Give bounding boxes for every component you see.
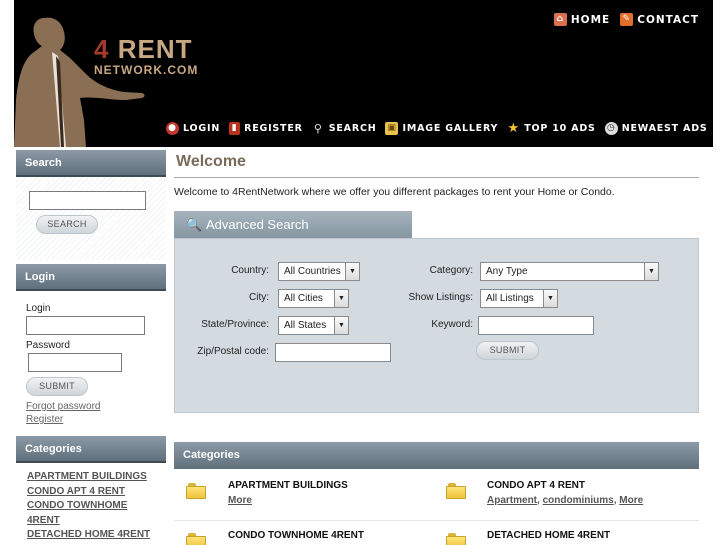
category-select[interactable]: Any Type ▼ <box>480 262 659 281</box>
nav-search[interactable]: ⚲ SEARCH <box>312 122 377 135</box>
page-title: Welcome <box>174 150 699 178</box>
password-input[interactable] <box>28 353 122 372</box>
category-title-link[interactable]: DETACHED HOME 4RENT <box>487 530 610 541</box>
star-icon: ★ <box>507 121 520 136</box>
search-panel-title: Search <box>16 150 166 177</box>
folder-icon <box>186 483 206 499</box>
advanced-search-submit[interactable]: SUBMIT <box>476 341 539 360</box>
welcome-text: Welcome to 4RentNetwork where we offer y… <box>174 186 615 198</box>
show-listings-label: Show Listings: <box>408 292 473 303</box>
category-title-link[interactable]: APARTMENT BUILDINGS <box>228 480 348 491</box>
logo-rent: RENT <box>117 34 193 64</box>
category-sublink-condominiums[interactable]: condominiums <box>543 495 614 506</box>
login-icon: ● <box>166 122 179 135</box>
top-nav: ⌂ HOME ✎ CONTACT <box>553 13 699 26</box>
keyword-input[interactable] <box>478 316 594 335</box>
home-icon: ⌂ <box>553 13 567 26</box>
main-nav: ● LOGIN ▮ REGISTER ⚲ SEARCH ▣ IMAGE GALL… <box>166 122 708 135</box>
sidebar-category-link[interactable]: CONDO TOWNHOME 4RENT <box>27 499 156 528</box>
nav-newest-label: NEWAEST ADS <box>621 123 708 134</box>
show-listings-select[interactable]: All Listings ▼ <box>480 289 558 308</box>
forgot-password-link[interactable]: Forgot password <box>26 401 156 412</box>
logo-number: 4 <box>94 34 110 64</box>
country-select[interactable]: All Countries ▼ <box>278 262 360 281</box>
chevron-down-icon: ▼ <box>644 263 658 280</box>
country-value: All Countries <box>284 266 341 277</box>
category-sublinks: Apartment, condominiums, More <box>487 495 644 506</box>
sidebar-search-button[interactable]: SEARCH <box>36 215 98 234</box>
main-content: Welcome Welcome to 4RentNetwork where we… <box>174 150 699 545</box>
search-icon: ⚲ <box>313 122 323 135</box>
nav-image-gallery[interactable]: ▣ IMAGE GALLERY <box>385 122 498 135</box>
category-title-link[interactable]: CONDO APT 4 RENT <box>487 480 585 491</box>
category-divider <box>174 520 699 521</box>
category-title-link[interactable]: CONDO TOWNHOME 4RENT <box>228 530 364 541</box>
chevron-down-icon: ▼ <box>334 290 348 307</box>
nav-top-ads[interactable]: ★ TOP 10 ADS <box>507 122 595 135</box>
categories-panel-title: Categories <box>16 436 166 463</box>
nav-register-label: REGISTER <box>244 123 303 134</box>
folder-icon <box>446 533 466 545</box>
sidebar-search-input[interactable] <box>29 191 146 210</box>
site-logo[interactable]: 4 RENT NETWORK.COM <box>94 36 198 77</box>
advanced-search-tab: 🔍 Advanced Search <box>174 211 412 238</box>
nav-login[interactable]: ● LOGIN <box>166 122 220 135</box>
state-select[interactable]: All States ▼ <box>278 316 349 335</box>
city-value: All Cities <box>284 293 323 304</box>
nav-contact[interactable]: ✎ CONTACT <box>620 13 699 26</box>
search-panel: SEARCH <box>16 177 166 260</box>
chevron-down-icon: ▼ <box>334 317 348 334</box>
nav-home[interactable]: ⌂ HOME <box>553 13 611 26</box>
show-listings-value: All Listings <box>486 293 534 304</box>
category-more-link[interactable]: More <box>619 495 643 506</box>
category-sublink-apartment[interactable]: Apartment <box>487 495 537 506</box>
city-label: City: <box>249 292 269 303</box>
sidebar: Search SEARCH Login Login Password SUBMI… <box>16 150 166 545</box>
category-sublinks: More <box>228 495 252 506</box>
nav-register[interactable]: ▮ REGISTER <box>229 122 303 135</box>
chevron-down-icon: ▼ <box>345 263 359 280</box>
magnifier-icon: 🔍 <box>186 217 203 232</box>
category-more-link[interactable]: More <box>228 495 252 506</box>
login-label: Login <box>26 303 51 314</box>
nav-contact-label: CONTACT <box>637 13 699 26</box>
nav-top-ads-label: TOP 10 ADS <box>524 123 596 134</box>
nav-newest-ads[interactable]: ◷ NEWAEST ADS <box>604 122 708 135</box>
country-label: Country: <box>231 265 269 276</box>
category-value: Any Type <box>486 266 528 277</box>
contact-icon: ✎ <box>620 13 634 26</box>
sidebar-category-link[interactable]: CONDO APT 4 RENT <box>27 485 156 500</box>
nav-home-label: HOME <box>570 13 611 26</box>
keyword-label: Keyword: <box>431 319 473 330</box>
gallery-icon: ▣ <box>385 122 399 135</box>
register-link[interactable]: Register <box>26 414 156 425</box>
sidebar-category-link[interactable]: APARTMENT BUILDINGS <box>27 470 156 485</box>
login-panel: Login Password SUBMIT Forgot password Re… <box>16 291 166 436</box>
nav-login-label: LOGIN <box>183 123 221 134</box>
advanced-search-title: Advanced Search <box>206 217 309 232</box>
nav-gallery-label: IMAGE GALLERY <box>402 123 499 134</box>
logo-domain: NETWORK.COM <box>94 63 199 77</box>
folder-icon <box>186 533 206 545</box>
categories-section-title: Categories <box>174 442 699 469</box>
nav-search-label: SEARCH <box>328 123 377 134</box>
chevron-down-icon: ▼ <box>543 290 557 307</box>
state-value: All States <box>284 320 327 331</box>
password-label: Password <box>26 340 70 351</box>
categories-panel: APARTMENT BUILDINGS CONDO APT 4 RENT CON… <box>16 463 166 545</box>
advanced-search-form: Country: All Countries ▼ City: All Citie… <box>174 238 699 413</box>
sidebar-category-link[interactable]: DETACHED HOME 4RENT <box>27 528 156 543</box>
zip-label: Zip/Postal code: <box>197 346 269 357</box>
state-label: State/Province: <box>201 319 269 330</box>
city-select[interactable]: All Cities ▼ <box>278 289 349 308</box>
login-panel-title: Login <box>16 264 166 291</box>
login-input[interactable] <box>26 316 145 335</box>
login-submit-button[interactable]: SUBMIT <box>26 377 88 396</box>
folder-icon <box>446 483 466 499</box>
site-header: 4 RENT NETWORK.COM ⌂ HOME ✎ CONTACT ● LO… <box>14 0 713 147</box>
register-icon: ▮ <box>229 122 241 135</box>
clock-icon: ◷ <box>604 122 618 135</box>
zip-input[interactable] <box>275 343 391 362</box>
category-label: Category: <box>429 265 473 276</box>
